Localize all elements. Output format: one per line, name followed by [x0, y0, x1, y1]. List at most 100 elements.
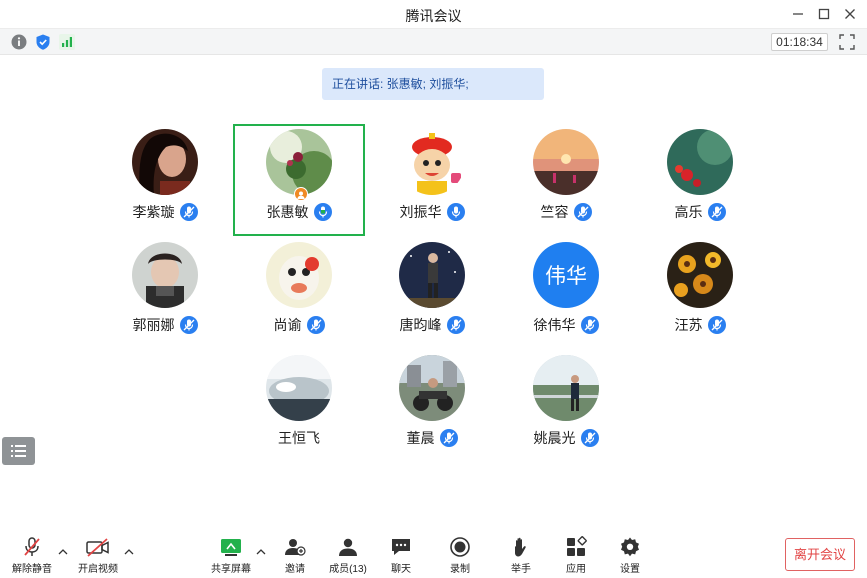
window-title: 腾讯会议 [405, 8, 462, 24]
members-label: 成员(13) [329, 564, 367, 575]
mic-muted-icon [707, 203, 726, 221]
participant-tile[interactable]: 汪苏 [634, 237, 766, 349]
security-shield-icon[interactable] [34, 33, 52, 51]
avatar-text: 伟华 [545, 265, 587, 288]
members-icon [339, 538, 357, 556]
unmute-label: 解除静音 [12, 564, 52, 575]
participant-tile[interactable]: 李紫璇 [99, 124, 231, 236]
raise-hand-label: 举手 [511, 564, 531, 575]
participant-name: 张惠敏 [266, 204, 309, 220]
share-options-chevron-icon[interactable] [256, 548, 266, 559]
mic-muted-icon [179, 203, 198, 221]
mic-muted-icon [439, 429, 458, 447]
avatar [132, 242, 198, 308]
settings-button[interactable]: 设置 [602, 536, 658, 576]
info-icon[interactable] [10, 33, 28, 51]
share-screen-icon [221, 539, 241, 556]
video-label: 开启视频 [78, 564, 118, 575]
share-label: 共享屏幕 [211, 564, 251, 575]
participant-tile[interactable]: 王恒飞 [233, 350, 365, 462]
gear-icon [621, 537, 639, 557]
apps-grid-icon [567, 536, 587, 556]
invite-button[interactable]: 邀请 [267, 536, 323, 576]
participant-name: 徐伟华 [533, 317, 576, 333]
mic-muted-icon [446, 316, 465, 334]
participant-tile-active-speaker[interactable]: 张惠敏 [233, 124, 365, 236]
apps-button[interactable]: 应用 [548, 536, 604, 576]
participant-name: 刘振华 [399, 204, 442, 220]
leave-meeting-button[interactable]: 离开会议 [785, 538, 855, 571]
participant-tile[interactable]: 董晨 [366, 350, 498, 462]
chat-button[interactable]: 聊天 [373, 536, 429, 576]
unmute-button[interactable]: 解除静音 [4, 536, 60, 576]
mic-muted-icon [707, 316, 726, 334]
participant-list-toggle-icon[interactable] [2, 437, 35, 465]
mic-active-icon [313, 203, 332, 221]
video-options-chevron-icon[interactable] [124, 548, 134, 559]
participant-tile[interactable]: 郭丽娜 [99, 237, 231, 349]
chat-label: 聊天 [391, 564, 411, 575]
avatar [399, 129, 465, 195]
mic-muted-icon [580, 316, 599, 334]
mic-muted-icon [24, 537, 40, 556]
raise-hand-icon [515, 537, 526, 557]
title-bar: 腾讯会议 [0, 0, 867, 29]
participant-tile[interactable]: 竺容 [500, 124, 632, 236]
maximize-icon[interactable] [815, 5, 833, 23]
settings-label: 设置 [620, 564, 640, 575]
participant-tile[interactable]: 唐昀峰 [366, 237, 498, 349]
avatar [667, 129, 733, 195]
avatar [266, 129, 332, 195]
participant-tile[interactable]: 刘振华 [366, 124, 498, 236]
participant-tile[interactable]: 伟华 徐伟华 [500, 237, 632, 349]
participant-name: 尚谕 [273, 317, 302, 333]
audio-options-chevron-icon[interactable] [58, 548, 68, 559]
participant-name: 李紫璇 [132, 204, 175, 220]
mic-muted-icon [306, 316, 325, 334]
active-speaker-banner: 正在讲话: 张惠敏; 刘振华; [322, 68, 544, 100]
participant-name: 姚晨光 [533, 430, 576, 446]
raise-hand-button[interactable]: 举手 [493, 536, 549, 576]
record-button[interactable]: 录制 [432, 536, 488, 576]
participant-name: 高乐 [674, 204, 703, 220]
fullscreen-icon[interactable] [839, 34, 855, 50]
mic-on-icon [446, 203, 465, 221]
avatar [399, 355, 465, 421]
start-video-button[interactable]: 开启视频 [70, 536, 126, 576]
video-off-icon [86, 538, 109, 557]
mic-muted-icon [573, 203, 592, 221]
avatar [266, 242, 332, 308]
participant-name: 汪苏 [674, 317, 703, 333]
record-icon [450, 537, 470, 557]
members-button[interactable]: 成员(13) [320, 536, 376, 576]
share-screen-button[interactable]: 共享屏幕 [203, 536, 259, 576]
participant-name: 竺容 [540, 204, 569, 220]
meeting-toolbar: 解除静音 开启视频 共享屏幕 邀请 成员(13) 聊天 录制 举手 应用 设置 … [0, 530, 867, 578]
mic-muted-icon [179, 316, 198, 334]
participant-tile[interactable]: 尚谕 [233, 237, 365, 349]
participant-tile[interactable]: 姚晨光 [500, 350, 632, 462]
avatar [533, 129, 599, 195]
participant-tile[interactable]: 高乐 [634, 124, 766, 236]
meeting-timer: 01:18:34 [771, 33, 828, 51]
avatar [399, 242, 465, 308]
avatar-initials: 伟华 [533, 242, 599, 308]
participant-name: 郭丽娜 [132, 317, 175, 333]
meeting-info-bar: 01:18:34 [0, 29, 867, 55]
participant-name: 王恒飞 [278, 430, 320, 446]
participant-name: 唐昀峰 [399, 317, 442, 333]
apps-label: 应用 [566, 564, 586, 575]
close-icon[interactable] [841, 5, 859, 23]
participant-name: 董晨 [406, 430, 435, 446]
host-badge-icon [294, 187, 308, 201]
avatar [667, 242, 733, 308]
mic-muted-icon [580, 429, 599, 447]
invite-label: 邀请 [285, 564, 305, 575]
signal-strength-icon[interactable] [58, 33, 76, 51]
minimize-icon[interactable] [789, 5, 807, 23]
avatar [533, 355, 599, 421]
avatar [266, 355, 332, 421]
avatar [132, 129, 198, 195]
add-user-icon [285, 539, 306, 556]
chat-icon [392, 539, 410, 555]
